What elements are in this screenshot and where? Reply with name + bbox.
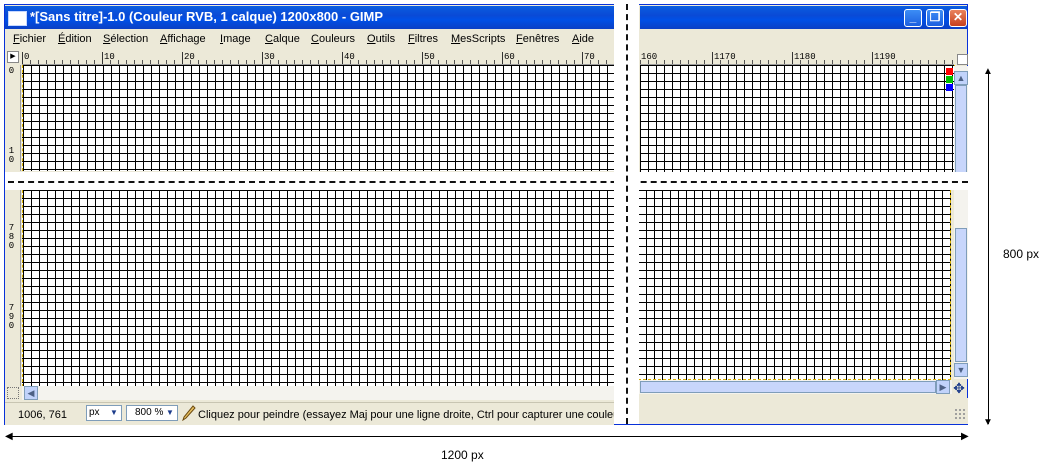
maximize-icon: ❐	[929, 10, 941, 24]
ruler-label: 0	[24, 52, 30, 62]
move-navigation-icon[interactable]: ✥	[952, 381, 966, 395]
status-message: Cliquez pour peindre (essayez Maj pour u…	[198, 409, 614, 421]
menu-outils[interactable]: Outils	[367, 33, 395, 45]
width-label: 1200 px	[441, 448, 484, 462]
window-title: *[Sans titre]-1.0 (Couleur RVB, 1 calque…	[30, 9, 384, 24]
image-canvas-bottom-right[interactable]	[638, 190, 951, 380]
quick-mask-icon[interactable]	[7, 387, 19, 399]
ruler-tick	[502, 52, 503, 64]
ruler-label: 160	[641, 52, 658, 62]
arrow-left-icon: ◀	[5, 431, 13, 442]
minimize-icon: _	[909, 10, 917, 24]
image-canvas-top-left[interactable]	[22, 65, 615, 171]
pointer-coordinates: 1006, 761	[18, 409, 67, 421]
unit-value: px	[89, 407, 100, 418]
scroll-down-button[interactable]: ▼	[954, 363, 968, 377]
image-canvas-top-right[interactable]	[640, 65, 955, 173]
ruler-label: 1190	[874, 52, 896, 62]
status-bar-right-part	[638, 398, 968, 424]
menu-fenetres[interactable]: Fenêtres	[516, 33, 559, 45]
zoom-value: 800 %	[135, 407, 164, 418]
ruler-label: 0	[8, 66, 15, 76]
menu-calque[interactable]: Calque	[265, 33, 300, 45]
ruler-label: 10	[104, 52, 115, 62]
close-button[interactable]: ✕	[949, 9, 967, 27]
menu-selection[interactable]: Sélection	[103, 33, 148, 45]
horizontal-scroll-thumb[interactable]	[640, 381, 936, 393]
ruler-label: 0	[8, 155, 15, 165]
menu-bar: Fichier Édition Sélection Affichage Imag…	[5, 30, 614, 48]
ruler-label: 30	[264, 52, 275, 62]
menu-bar-right-part	[640, 30, 967, 48]
horizontal-split-line	[8, 181, 968, 183]
pencil-icon	[182, 405, 196, 421]
resize-grip[interactable]	[954, 408, 966, 420]
blue-pixel-marker	[946, 84, 953, 91]
menu-aide[interactable]: Aide	[572, 33, 594, 45]
vertical-scroll-thumb[interactable]	[955, 85, 967, 173]
ruler-label: 1180	[794, 52, 816, 62]
app-window-icon	[8, 11, 27, 26]
chevron-down-icon: ▼	[110, 408, 118, 417]
ruler-label: 20	[184, 52, 195, 62]
ruler-tick	[22, 52, 23, 64]
arrow-down-icon: ▼	[983, 417, 993, 428]
ruler-label: 1170	[714, 52, 736, 62]
ruler-label: 0	[8, 241, 15, 251]
vertical-scroll-thumb-lower[interactable]	[955, 228, 967, 362]
ruler-tick	[182, 52, 183, 64]
menu-filtres[interactable]: Filtres	[408, 33, 438, 45]
vertical-split-line	[626, 4, 628, 424]
ruler-tick	[712, 52, 713, 64]
horizontal-scrollbar[interactable]	[22, 386, 614, 400]
scroll-up-button[interactable]: ▲	[954, 71, 968, 85]
height-label: 800 px	[1003, 247, 1040, 261]
menu-messcripts[interactable]: MesScripts	[451, 33, 505, 45]
vertical-ruler-lower[interactable]	[6, 190, 21, 386]
ruler-label: 70	[584, 52, 595, 62]
ruler-label: 60	[504, 52, 515, 62]
scroll-left-button[interactable]: ◀	[24, 386, 38, 400]
width-dimension-line	[8, 436, 966, 437]
maximize-button[interactable]: ❐	[926, 9, 944, 27]
ruler-tick	[872, 52, 873, 64]
ruler-tick	[342, 52, 343, 64]
zoom-toggle-icon[interactable]	[957, 54, 968, 65]
ruler-tick	[102, 52, 103, 64]
ruler-label: 50	[424, 52, 435, 62]
chevron-down-icon: ▼	[166, 408, 174, 417]
navigate-icon[interactable]: ▶	[7, 51, 19, 63]
green-pixel-marker	[946, 76, 953, 83]
ruler-tick	[792, 52, 793, 64]
ruler-tick	[422, 52, 423, 64]
ruler-tick	[262, 52, 263, 64]
ruler-label: 0	[8, 321, 15, 331]
height-dimension-line	[988, 72, 989, 424]
unit-dropdown[interactable]: px ▼	[86, 405, 122, 421]
menu-couleurs[interactable]: Couleurs	[311, 33, 355, 45]
ruler-label: 40	[344, 52, 355, 62]
scroll-right-button[interactable]: ▶	[936, 380, 950, 394]
arrow-right-icon: ▶	[961, 431, 969, 442]
menu-affichage[interactable]: Affichage	[160, 33, 206, 45]
menu-image[interactable]: Image	[220, 33, 251, 45]
menu-edition[interactable]: Édition	[58, 33, 92, 45]
red-pixel-marker	[946, 68, 953, 75]
zoom-dropdown[interactable]: 800 % ▼	[126, 405, 178, 421]
image-canvas-bottom-left[interactable]	[22, 190, 615, 387]
minimize-button[interactable]: _	[904, 9, 922, 27]
ruler-tick	[582, 52, 583, 64]
arrow-up-icon: ▲	[983, 66, 993, 77]
menu-fichier[interactable]: Fichier	[13, 33, 46, 45]
close-icon: ✕	[952, 10, 964, 24]
